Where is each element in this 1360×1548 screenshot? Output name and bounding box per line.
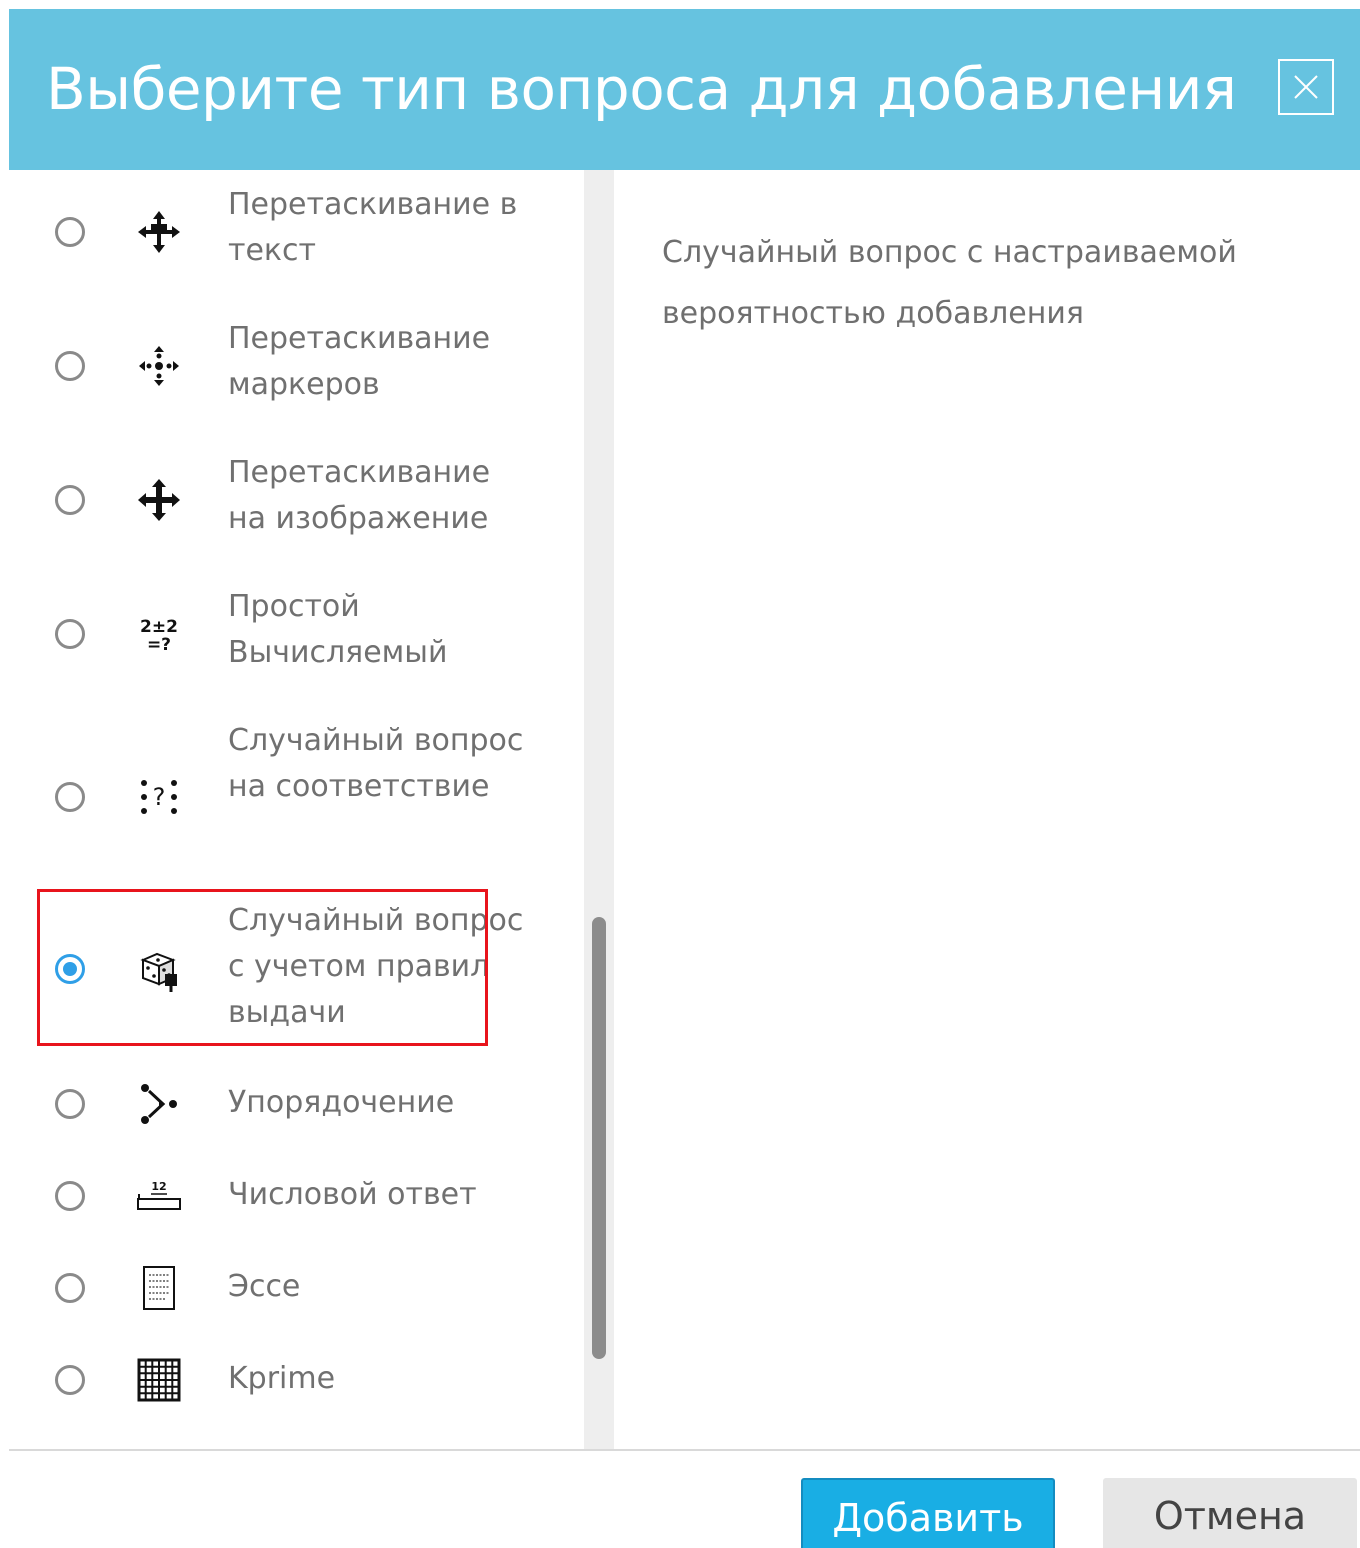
drag-markers-icon xyxy=(135,342,183,390)
option-label: Простой Вычисляемый xyxy=(228,589,448,670)
close-button[interactable] xyxy=(1278,59,1334,115)
add-button[interactable]: Добавить xyxy=(801,1478,1055,1548)
option-label: Перетаскивание маркеров xyxy=(228,321,491,402)
radio-button-selected[interactable] xyxy=(55,954,85,984)
calculated-simple-icon: 2±2 =? xyxy=(135,610,183,658)
option-numerical[interactable]: 12 Числовой ответ xyxy=(9,1154,584,1238)
description-pane: Случайный вопрос с настраиваемой вероятн… xyxy=(614,170,1360,1449)
option-label: Случайный вопрос на соответствие xyxy=(228,723,524,804)
option-label: Kprime xyxy=(228,1361,336,1396)
essay-icon xyxy=(135,1264,183,1312)
option-label: Числовой ответ xyxy=(228,1177,477,1212)
option-drag-markers[interactable]: Перетаскивание маркеров xyxy=(9,304,584,428)
close-icon xyxy=(1294,75,1318,99)
radio-button[interactable] xyxy=(55,1089,85,1119)
radio-button[interactable] xyxy=(55,1273,85,1303)
cancel-button[interactable]: Отмена xyxy=(1103,1478,1357,1548)
option-essay[interactable]: Эссе xyxy=(9,1246,584,1330)
option-label: Упорядочение xyxy=(228,1085,455,1120)
list-scrollbar[interactable] xyxy=(584,170,614,1449)
option-label: Перетаскивание на изображение xyxy=(228,455,491,536)
option-drag-image[interactable]: Перетаскивание на изображение xyxy=(9,438,584,562)
drag-text-icon xyxy=(135,208,183,256)
svg-text:?: ? xyxy=(153,783,166,811)
option-label: Случайный вопрос с учетом правил выдачи xyxy=(228,903,524,1030)
radio-button[interactable] xyxy=(55,485,85,515)
question-type-list[interactable]: Перетаскивание в текст Перетаскивание ма xyxy=(9,170,584,1449)
svg-text:12: 12 xyxy=(151,1180,166,1193)
scrollbar-thumb[interactable] xyxy=(592,917,606,1359)
radio-button[interactable] xyxy=(55,217,85,247)
radio-button[interactable] xyxy=(55,351,85,381)
option-label: Перетаскивание в текст xyxy=(228,187,518,268)
question-type-description: Случайный вопрос с настраиваемой вероятн… xyxy=(662,235,1237,331)
svg-text:=?: =? xyxy=(147,635,171,655)
dice-icon xyxy=(135,946,183,994)
question-type-dialog: Выберите тип вопроса для добавления Пере… xyxy=(9,9,1360,1548)
dialog-title: Выберите тип вопроса для добавления xyxy=(46,55,1237,123)
option-random-match[interactable]: ? Случайный вопрос на соответствие xyxy=(9,706,584,876)
option-drag-text[interactable]: Перетаскивание в текст xyxy=(9,170,584,294)
dialog-header: Выберите тип вопроса для добавления xyxy=(9,9,1360,170)
grid-icon xyxy=(135,1356,183,1404)
footer-divider xyxy=(9,1449,1360,1451)
random-match-icon: ? xyxy=(135,773,183,821)
radio-button[interactable] xyxy=(55,782,85,812)
option-label: Эссе xyxy=(228,1269,301,1304)
option-ordering[interactable]: Упорядочение xyxy=(9,1062,584,1146)
svg-text:2±2: 2±2 xyxy=(140,617,178,637)
ordering-icon xyxy=(135,1080,183,1128)
radio-button[interactable] xyxy=(55,1365,85,1395)
option-kprime[interactable]: Kprime xyxy=(9,1338,584,1422)
option-random-rules[interactable]: Случайный вопрос с учетом правил выдачи xyxy=(9,892,584,1044)
numerical-icon: 12 xyxy=(135,1172,183,1220)
radio-button[interactable] xyxy=(55,1181,85,1211)
radio-button[interactable] xyxy=(55,619,85,649)
drag-image-icon xyxy=(135,476,183,524)
option-calculated-simple[interactable]: 2±2 =? Простой Вычисляемый xyxy=(9,572,584,696)
